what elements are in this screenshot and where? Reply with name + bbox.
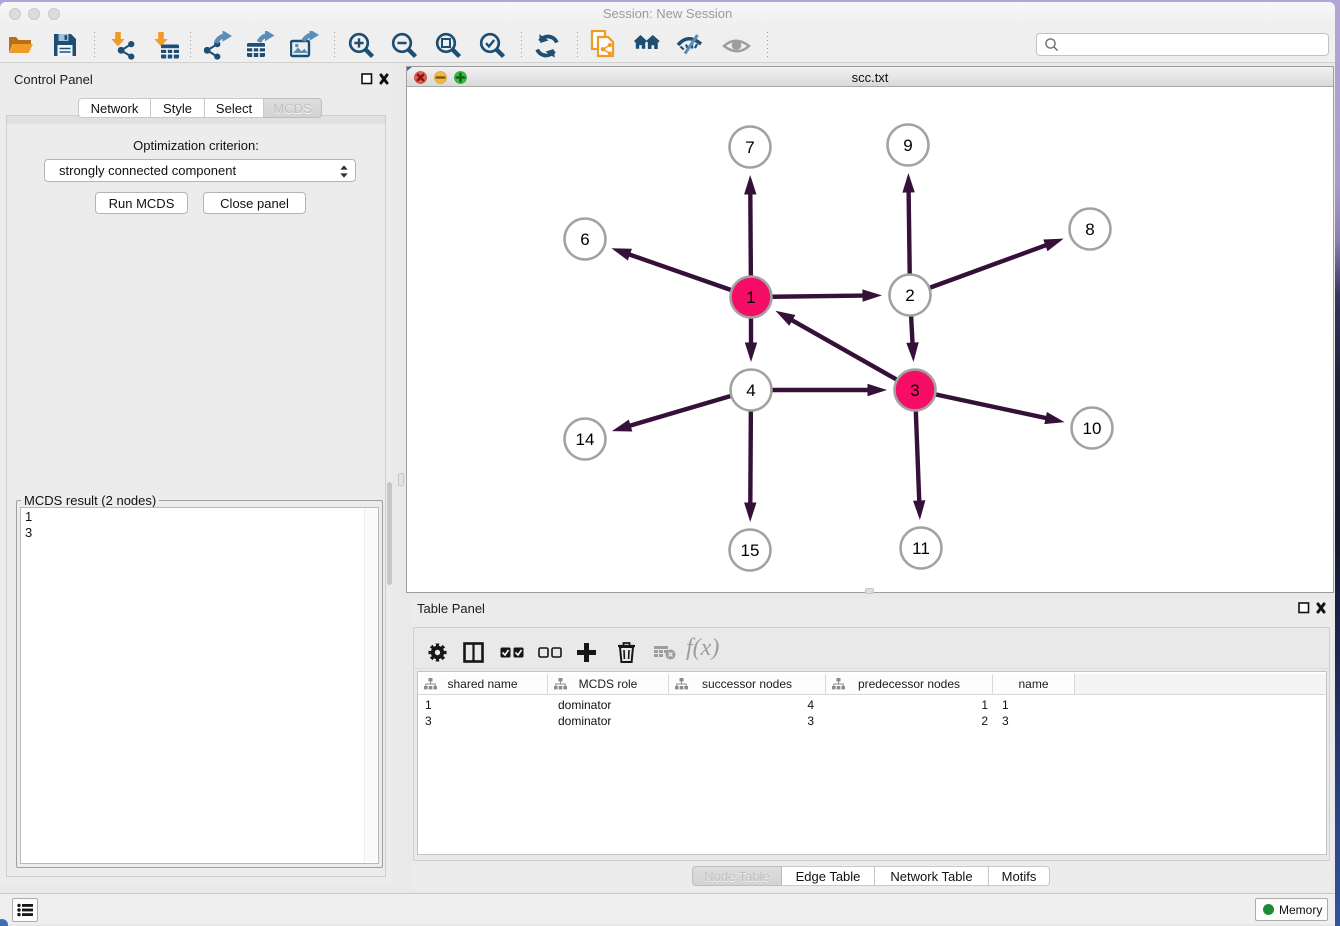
svg-text:3: 3 (910, 381, 919, 400)
svg-text:6: 6 (580, 230, 589, 249)
svg-text:7: 7 (745, 138, 754, 157)
svg-text:2: 2 (905, 286, 914, 305)
svg-text:14: 14 (576, 430, 595, 449)
svg-text:10: 10 (1083, 419, 1102, 438)
svg-text:11: 11 (912, 539, 930, 558)
svg-text:9: 9 (903, 136, 912, 155)
svg-text:8: 8 (1085, 220, 1094, 239)
svg-text:1: 1 (746, 288, 755, 307)
svg-text:15: 15 (741, 541, 760, 560)
svg-text:4: 4 (746, 381, 755, 400)
